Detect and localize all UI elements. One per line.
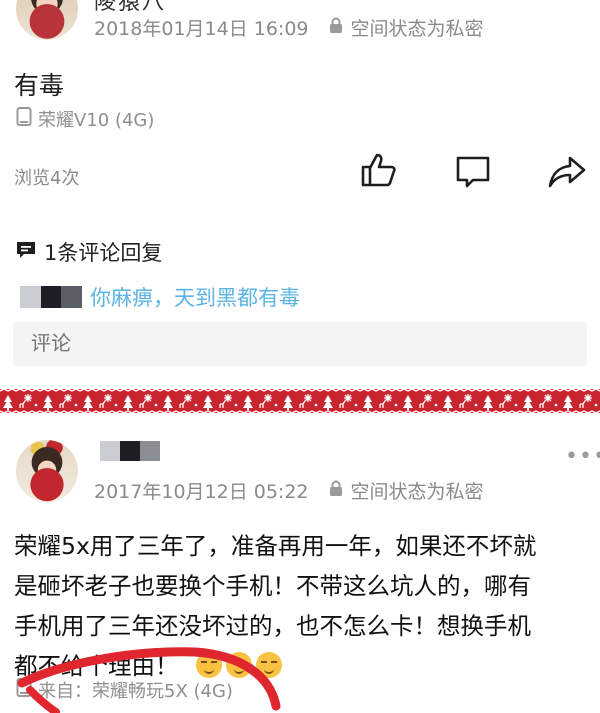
post2-timestamp: 2017年10月12日 05:22 — [94, 481, 309, 503]
redacted-commenter-name[interactable] — [20, 286, 83, 308]
avatar[interactable] — [16, 440, 78, 502]
avatar[interactable] — [16, 0, 78, 40]
lock-icon — [329, 17, 343, 39]
smirk-emoji — [195, 652, 222, 678]
post2-meta: 2017年10月12日 05:22 空间状态为私密 — [94, 477, 484, 504]
like-icon — [361, 153, 396, 187]
post2-device-label: 来自：荣耀畅玩5X (4G) — [38, 681, 233, 702]
content-line: 荣耀5x用了三年了，准备再用一年，如果还不坏就 — [14, 532, 537, 560]
post1-meta: 2018年01月14日 16:09 空间状态为私密 — [94, 14, 484, 41]
post2-privacy: 空间状态为私密 — [350, 481, 484, 503]
content-line: 都不给个理由！ — [14, 652, 179, 680]
phone-icon — [16, 678, 32, 702]
post1-views: 浏览4次 — [14, 168, 80, 189]
christmas-pattern-icon — [0, 389, 600, 413]
post2-content: 荣耀5x用了三年了，准备再用一年，如果还不坏就 是砸坏老子也要换个手机！不带这么… — [14, 526, 600, 686]
more-icon[interactable]: ••• — [565, 444, 600, 469]
post1-privacy: 空间状态为私密 — [350, 18, 484, 40]
smirk-emoji — [225, 652, 252, 678]
post2-device: 来自：荣耀畅玩5X (4G) — [16, 677, 233, 703]
redacted-nickname[interactable] — [100, 441, 160, 461]
content-line: 是砸坏老子也要换个手机！不带这么坑人的，哪有 — [14, 572, 531, 600]
post1-device-label: 荣耀V10 (4G) — [38, 110, 155, 131]
comment-bubble-icon — [16, 240, 36, 264]
comment-input[interactable] — [13, 322, 587, 366]
comment-reply[interactable]: 你麻痹，天到黑都有毒 — [20, 282, 300, 312]
reply-text: 你麻痹，天到黑都有毒 — [90, 286, 300, 310]
comment-icon — [456, 156, 490, 188]
share-icon — [548, 156, 586, 188]
smirk-emoji — [255, 652, 282, 678]
content-line: 手机用了三年还没坏过的，也不怎么卡！想换手机 — [14, 612, 531, 640]
christmas-divider — [0, 389, 600, 413]
comment-button[interactable] — [455, 155, 491, 189]
comments-header-label: 1条评论回复 — [44, 241, 163, 265]
share-button[interactable] — [548, 155, 586, 189]
lock-icon — [329, 480, 343, 502]
phone-icon — [16, 107, 32, 131]
post1-device: 荣耀V10 (4G) — [16, 106, 154, 132]
like-button[interactable] — [360, 152, 398, 188]
post1-timestamp: 2018年01月14日 16:09 — [94, 18, 309, 40]
comments-header[interactable]: 1条评论回复 — [16, 237, 162, 267]
post1-content: 有毒 — [14, 71, 65, 100]
